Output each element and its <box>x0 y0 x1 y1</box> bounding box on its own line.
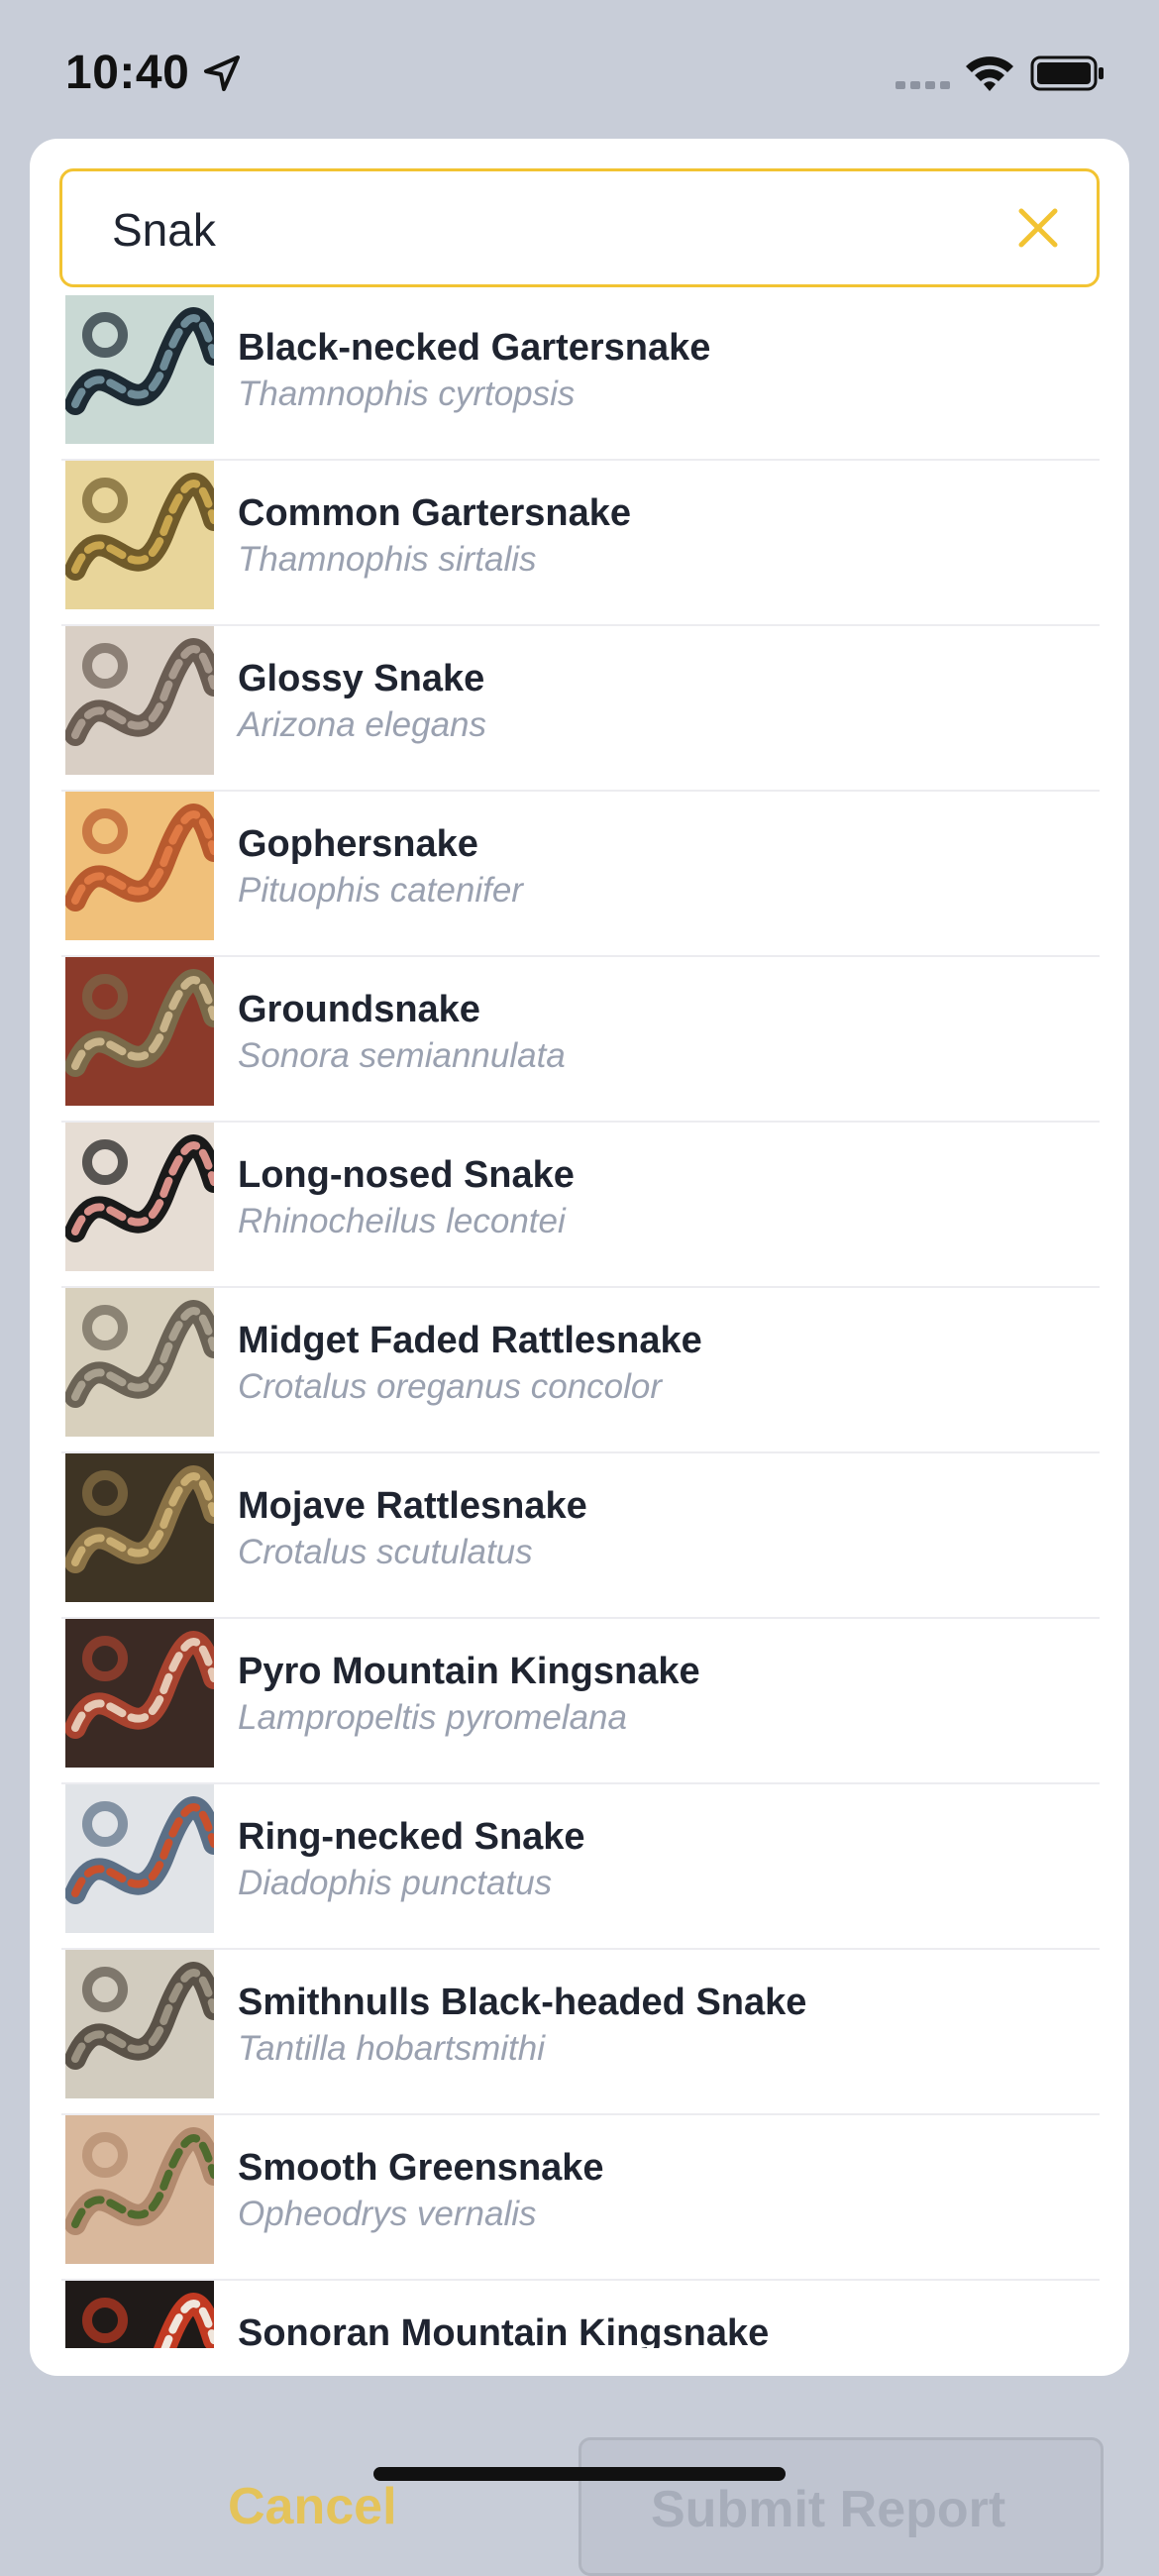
species-thumbnail <box>65 295 214 444</box>
battery-icon <box>1030 55 1104 91</box>
species-scientific-name: Pituophis catenifer <box>238 871 523 910</box>
home-indicator[interactable] <box>373 2467 786 2481</box>
search-input[interactable] <box>110 191 966 268</box>
species-scientific-name: Diadophis punctatus <box>238 1864 553 1902</box>
status-time: 10:40 <box>65 47 190 99</box>
species-thumbnail <box>65 2115 214 2264</box>
list-item[interactable]: Smooth Greensnake Opheodrys vernalis <box>61 2115 1100 2281</box>
species-scientific-name: Opheodrys vernalis <box>238 2195 537 2233</box>
species-scientific-name: Arizona elegans <box>238 705 486 744</box>
species-thumbnail <box>65 1950 214 2098</box>
species-scientific-name: Sonora semiannulata <box>238 1036 566 1075</box>
species-thumbnail <box>65 1619 214 1768</box>
species-picker-modal: Black-necked Gartersnake Thamnophis cyrto… <box>30 139 1129 2376</box>
species-scientific-name: Lampropeltis pyromelana <box>238 1698 627 1737</box>
species-common-name: Black-necked Gartersnake <box>238 327 711 369</box>
status-bar: 10:40 <box>0 0 1159 139</box>
species-common-name: Gophersnake <box>238 823 478 865</box>
species-thumbnail <box>65 957 214 1106</box>
species-scientific-name: Thamnophis sirtalis <box>238 540 537 579</box>
species-common-name: Sonoran Mountain Kingsnake <box>238 2312 770 2348</box>
close-icon[interactable] <box>1013 203 1063 253</box>
species-common-name: Glossy Snake <box>238 658 485 699</box>
cancel-button[interactable]: Cancel <box>228 2477 397 2536</box>
list-item[interactable]: Groundsnake Sonora semiannulata <box>61 957 1100 1123</box>
species-scientific-name: Rhinocheilus lecontei <box>238 1202 566 1240</box>
species-common-name: Ring-necked Snake <box>238 1816 585 1858</box>
submit-report-label: Submit Report <box>651 2481 1006 2538</box>
species-common-name: Common Gartersnake <box>238 492 632 534</box>
list-item[interactable]: Long-nosed Snake Rhinocheilus lecontei <box>61 1123 1100 1288</box>
list-item[interactable]: Midget Faded Rattlesnake Crotalus oreganu… <box>61 1288 1100 1453</box>
species-common-name: Pyro Mountain Kingsnake <box>238 1651 700 1692</box>
species-common-name: Mojave Rattlesnake <box>238 1485 587 1527</box>
species-common-name: Smithnulls Black-headed Snake <box>238 1982 807 2023</box>
list-item[interactable]: Common Gartersnake Thamnophis sirtalis <box>61 461 1100 626</box>
search-field <box>59 168 1100 287</box>
species-scientific-name: Crotalus oreganus concolor <box>238 1367 663 1406</box>
cellular-signal-icon <box>896 81 950 89</box>
list-item[interactable]: Ring-necked Snake Diadophis punctatus <box>61 1784 1100 1950</box>
list-item[interactable]: Sonoran Mountain Kingsnake <box>61 2281 1100 2348</box>
list-item[interactable]: Gophersnake Pituophis catenifer <box>61 792 1100 957</box>
species-thumbnail <box>65 1453 214 1602</box>
location-arrow-icon <box>204 55 240 91</box>
species-common-name: Smooth Greensnake <box>238 2147 604 2189</box>
results-list[interactable]: Black-necked Gartersnake Thamnophis cyrto… <box>61 295 1100 2348</box>
list-item[interactable]: Black-necked Gartersnake Thamnophis cyrto… <box>61 295 1100 461</box>
species-common-name: Midget Faded Rattlesnake <box>238 1320 702 1361</box>
list-item[interactable]: Glossy Snake Arizona elegans <box>61 626 1100 792</box>
species-scientific-name: Crotalus scutulatus <box>238 1533 533 1571</box>
species-thumbnail <box>65 1288 214 1437</box>
species-thumbnail <box>65 626 214 775</box>
species-thumbnail <box>65 792 214 940</box>
list-item[interactable]: Mojave Rattlesnake Crotalus scutulatus <box>61 1453 1100 1619</box>
species-common-name: Long-nosed Snake <box>238 1154 575 1196</box>
species-thumbnail <box>65 1784 214 1933</box>
submit-report-button[interactable]: Submit Report <box>579 2437 1104 2576</box>
list-item[interactable]: Pyro Mountain Kingsnake Lampropeltis pyro… <box>61 1619 1100 1784</box>
list-item[interactable]: Smithnulls Black-headed Snake Tantilla ho… <box>61 1950 1100 2115</box>
species-scientific-name: Thamnophis cyrtopsis <box>238 375 576 413</box>
wifi-icon <box>966 56 1013 91</box>
species-thumbnail <box>65 1123 214 1271</box>
species-common-name: Groundsnake <box>238 989 480 1030</box>
species-thumbnail <box>65 2281 214 2348</box>
species-thumbnail <box>65 461 214 609</box>
species-scientific-name: Tantilla hobartsmithi <box>238 2029 545 2068</box>
